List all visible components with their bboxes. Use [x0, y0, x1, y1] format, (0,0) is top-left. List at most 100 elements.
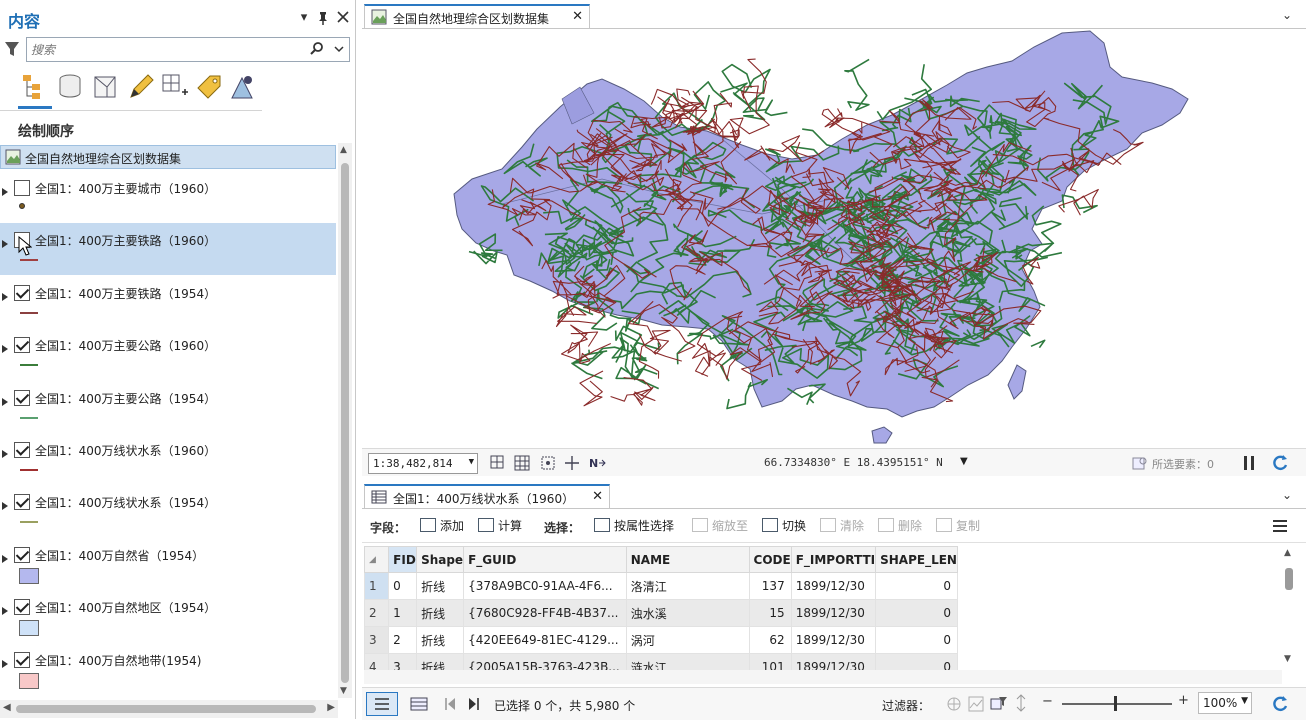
- table-row[interactable]: 4 3 折线 {2005A15B-3763-423B... 涟水江 101 18…: [364, 653, 958, 670]
- search-input[interactable]: [31, 41, 301, 59]
- scroll-thumb[interactable]: [16, 705, 316, 713]
- last-record-icon[interactable]: [468, 697, 480, 714]
- cell-shape-len[interactable]: 0: [875, 572, 958, 600]
- cell-fid[interactable]: 3: [388, 653, 418, 670]
- cell-import-time[interactable]: 1899/12/30: [790, 626, 877, 654]
- calculate-field-button[interactable]: 计算: [478, 517, 522, 537]
- filter-map-icon[interactable]: [968, 696, 984, 715]
- layer-visibility-checkbox[interactable]: [14, 599, 30, 616]
- chevron-down-icon[interactable]: ⌄: [1282, 8, 1292, 22]
- sort-icon[interactable]: [1016, 694, 1026, 715]
- layer-visibility-checkbox[interactable]: [14, 284, 30, 301]
- cell-code[interactable]: 15: [748, 599, 792, 627]
- expand-arrow-icon[interactable]: [2, 657, 8, 668]
- cell-name[interactable]: 洛清江: [625, 572, 750, 600]
- cell-import-time[interactable]: 1899/12/30: [790, 572, 877, 600]
- refresh-icon[interactable]: [1270, 694, 1290, 717]
- pin-icon[interactable]: [315, 10, 331, 26]
- list-by-selection-icon[interactable]: [92, 72, 122, 102]
- search-box[interactable]: [26, 37, 350, 62]
- list-by-drawing-order-icon[interactable]: [20, 72, 50, 102]
- scroll-right-icon[interactable]: ▶: [327, 702, 335, 713]
- scroll-thumb[interactable]: [341, 163, 349, 683]
- column-header[interactable]: Shape: [416, 546, 465, 573]
- cell-import-time[interactable]: 1899/12/30: [790, 653, 877, 670]
- layer-visibility-checkbox[interactable]: [14, 337, 30, 354]
- menu-icon[interactable]: [1272, 519, 1288, 533]
- expand-arrow-icon[interactable]: [2, 342, 8, 354]
- show-all-records-button[interactable]: [366, 692, 398, 716]
- cell-name[interactable]: 涟水江: [625, 653, 750, 670]
- cell-shape-len[interactable]: 0: [875, 653, 958, 670]
- table-zoom-selector[interactable]: 100% ▼: [1198, 692, 1252, 714]
- contents-vertical-scrollbar[interactable]: ▲ ▼: [338, 143, 352, 698]
- scroll-left-icon[interactable]: ◀: [3, 702, 11, 713]
- filter-table-icon[interactable]: [990, 696, 1008, 715]
- layer-visibility-checkbox[interactable]: [14, 494, 30, 511]
- cell-shape[interactable]: 折线: [416, 653, 465, 670]
- scroll-up-icon[interactable]: ▲: [1284, 548, 1291, 558]
- scale-selector[interactable]: 1:38,482,814 ▼: [368, 453, 478, 474]
- cell-fid[interactable]: 0: [388, 572, 418, 600]
- cell-code[interactable]: 137: [748, 572, 792, 600]
- attribute-grid[interactable]: ◢ FID Shape F_GUID NAME CODE F_IMPORTTI …: [364, 546, 958, 670]
- layer-item[interactable]: 全国1：400万主要公路（1960）: [0, 328, 336, 380]
- zoom-slider-thumb[interactable]: [1114, 696, 1117, 711]
- scroll-up-icon[interactable]: ▲: [340, 145, 347, 155]
- zoom-in-icon[interactable]: +: [1178, 693, 1189, 708]
- table-horizontal-scrollbar[interactable]: [364, 670, 1282, 684]
- layer-item[interactable]: 全国1：400万主要铁路（1954）: [0, 276, 336, 328]
- pause-drawing-button[interactable]: [1242, 455, 1256, 471]
- row-number[interactable]: 2: [364, 599, 390, 627]
- column-header[interactable]: F_IMPORTTI: [790, 546, 877, 573]
- layer-visibility-checkbox[interactable]: [14, 651, 30, 668]
- cell-shape[interactable]: 折线: [416, 626, 465, 654]
- tab-attribute-table[interactable]: 全国1：400万线状水系（1960） ✕: [364, 484, 610, 508]
- expand-arrow-icon[interactable]: [2, 447, 8, 458]
- cell-guid[interactable]: {420EE649-81EC-4129...: [463, 626, 627, 654]
- add-field-button[interactable]: 添加: [420, 517, 464, 537]
- list-by-perspective-imagery-icon[interactable]: [228, 72, 258, 102]
- pane-options-icon[interactable]: ▾: [296, 10, 312, 26]
- show-selected-records-button[interactable]: [410, 696, 428, 715]
- zoom-out-icon[interactable]: −: [1042, 694, 1053, 709]
- expand-arrow-icon[interactable]: [2, 290, 8, 301]
- layer-item[interactable]: 全国1：400万主要城市（1960）: [0, 171, 336, 223]
- chevron-down-icon[interactable]: ▼: [1241, 696, 1248, 706]
- scroll-thumb[interactable]: [1285, 568, 1293, 590]
- expand-arrow-icon[interactable]: [2, 499, 8, 511]
- scroll-down-icon[interactable]: ▼: [1284, 654, 1291, 664]
- chevron-down-icon[interactable]: [333, 43, 345, 55]
- layer-item[interactable]: 全国1：400万线状水系（1954）: [0, 485, 336, 537]
- list-by-source-icon[interactable]: [56, 72, 86, 102]
- refresh-icon[interactable]: [1270, 453, 1290, 473]
- column-header[interactable]: FID: [388, 546, 418, 573]
- row-number[interactable]: 3: [364, 626, 390, 654]
- table-row[interactable]: 2 1 折线 {7680C928-FF4B-4B37... 浊水溪 15 189…: [364, 599, 958, 627]
- layer-item[interactable]: 全国1：400万线状水系（1960）: [0, 433, 336, 485]
- contents-horizontal-scrollbar[interactable]: ◀ ▶: [0, 700, 338, 718]
- layer-item[interactable]: 全国1：400万自然地区（1954）: [0, 590, 336, 642]
- cell-name[interactable]: 浊水溪: [625, 599, 750, 627]
- cell-guid[interactable]: {378A9BC0-91AA-4F6...: [463, 572, 627, 600]
- cell-shape-len[interactable]: 0: [875, 599, 958, 627]
- map-dataset-item[interactable]: 全国自然地理综合区划数据集: [0, 145, 336, 169]
- cell-guid[interactable]: {2005A15B-3763-423B...: [463, 653, 627, 670]
- list-by-labeling-icon[interactable]: [194, 72, 224, 102]
- china-map[interactable]: [362, 29, 1306, 449]
- cell-import-time[interactable]: 1899/12/30: [790, 599, 877, 627]
- expand-arrow-icon[interactable]: [2, 552, 8, 563]
- snapping-icon[interactable]: [540, 455, 556, 471]
- switch-selection-button[interactable]: 切换: [762, 517, 806, 537]
- crosshair-icon[interactable]: [564, 455, 580, 471]
- cell-code[interactable]: 62: [748, 626, 792, 654]
- copy-button[interactable]: 复制: [936, 517, 980, 537]
- layer-item[interactable]: 全国1：400万自然地带(1954): [0, 643, 336, 695]
- layer-item[interactable]: 全国1：400万主要铁路（1960）: [0, 223, 336, 276]
- column-header[interactable]: F_GUID: [463, 546, 627, 573]
- north-arrow-icon[interactable]: N: [588, 455, 606, 471]
- filter-extent-icon[interactable]: [946, 696, 962, 715]
- cell-guid[interactable]: {7680C928-FF4B-4B37...: [463, 599, 627, 627]
- chevron-down-icon[interactable]: ⌄: [1282, 488, 1292, 502]
- expand-arrow-icon[interactable]: [2, 237, 8, 249]
